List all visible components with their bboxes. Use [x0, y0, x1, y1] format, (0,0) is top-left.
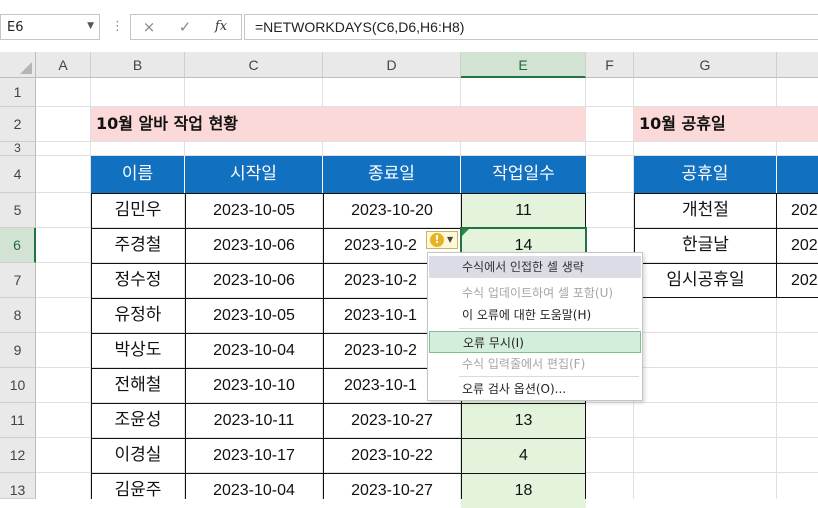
row-header-5[interactable]: 5 [0, 193, 36, 228]
formula-input[interactable]: =NETWORKDAYS(C6,D6,H6:H8) [244, 14, 818, 40]
cell-d5[interactable]: 2023-10-20 [323, 193, 461, 228]
work-table-title: 10월 알바 작업 현황 [91, 107, 586, 141]
column-header-h[interactable] [777, 52, 818, 78]
cell-b13[interactable]: 김윤주 [91, 473, 185, 508]
cell-c8[interactable]: 2023-10-05 [185, 298, 323, 333]
cell-b9[interactable]: 박상도 [91, 333, 185, 368]
warning-icon: ! [430, 233, 444, 247]
cell-c12[interactable]: 2023-10-17 [185, 438, 323, 473]
error-smart-tag[interactable]: ! ▼ [426, 231, 458, 249]
menu-separator [459, 328, 639, 329]
column-header-a[interactable]: A [36, 52, 91, 78]
select-all-corner[interactable] [0, 52, 36, 78]
header-holiday: 공휴일 [634, 156, 777, 193]
row-header-8[interactable]: 8 [0, 298, 36, 333]
formula-bar: E6 ▼ ⋮ × ✓ fx =NETWORKDAYS(C6,D6,H6:H8) [0, 0, 818, 53]
cell-e12[interactable]: 4 [461, 438, 586, 473]
cell-g5[interactable]: 개천절 [634, 193, 777, 228]
menu-item-update-formula[interactable]: 수식 업데이트하여 셀 포함(U) [429, 282, 641, 304]
holiday-table-title: 10월 공휴일 [634, 107, 818, 141]
cell-g6[interactable]: 한글날 [634, 228, 777, 263]
cell-d12[interactable]: 2023-10-22 [323, 438, 461, 473]
cell-c7[interactable]: 2023-10-06 [185, 263, 323, 298]
spreadsheet-grid: A B C D E F G 1 2 3 4 5 6 7 8 9 10 11 12… [0, 52, 818, 508]
row-header-3[interactable]: 3 [0, 142, 36, 156]
cell-h7[interactable]: 202 [777, 263, 818, 298]
cell-c6[interactable]: 2023-10-06 [185, 228, 323, 263]
header-holiday-date [777, 156, 818, 193]
enter-icon[interactable]: ✓ [172, 15, 198, 39]
cell-b5[interactable]: 김민우 [91, 193, 185, 228]
column-header-b[interactable]: B [91, 52, 185, 78]
cell-b10[interactable]: 전해철 [91, 368, 185, 403]
column-header-f[interactable]: F [586, 52, 634, 78]
menu-item-help[interactable]: 이 오류에 대한 도움말(H) [429, 304, 641, 326]
header-end-date: 종료일 [323, 156, 461, 193]
cell-e13[interactable]: 18 [461, 473, 586, 508]
cell-b6[interactable]: 주경철 [91, 228, 185, 263]
cell-c9[interactable]: 2023-10-04 [185, 333, 323, 368]
cell-d11[interactable]: 2023-10-27 [323, 403, 461, 438]
cell-e11[interactable]: 13 [461, 403, 586, 438]
insert-function-icon[interactable]: fx [208, 15, 234, 39]
row-header-12[interactable]: 12 [0, 438, 36, 473]
menu-header-omit-adjacent: 수식에서 인접한 셀 생략 [429, 256, 641, 278]
cell-b7[interactable]: 정수정 [91, 263, 185, 298]
formula-text: =NETWORKDAYS(C6,D6,H6:H8) [255, 19, 465, 35]
menu-item-error-checking-options[interactable]: 오류 검사 옵션(O)... [429, 378, 641, 400]
cell-g7[interactable]: 임시공휴일 [634, 263, 777, 298]
row-header-1[interactable]: 1 [0, 78, 36, 107]
cell-c11[interactable]: 2023-10-11 [185, 403, 323, 438]
name-box[interactable]: E6 ▼ [0, 14, 100, 40]
name-box-value: E6 [7, 20, 24, 35]
cell-c13[interactable]: 2023-10-04 [185, 473, 323, 508]
row-header-11[interactable]: 11 [0, 403, 36, 438]
column-header-d[interactable]: D [323, 52, 461, 78]
cell-c10[interactable]: 2023-10-10 [185, 368, 323, 403]
row-header-6[interactable]: 6 [0, 228, 36, 263]
column-header-g[interactable]: G [634, 52, 777, 78]
menu-item-ignore-error[interactable]: 오류 무시(I) [429, 331, 641, 353]
cell-d13[interactable]: 2023-10-27 [323, 473, 461, 508]
cell-b11[interactable]: 조윤성 [91, 403, 185, 438]
cell-h6[interactable]: 202 [777, 228, 818, 263]
error-indicator-icon [462, 229, 469, 236]
chevron-down-icon: ▼ [447, 235, 454, 244]
row-header-4[interactable]: 4 [0, 156, 36, 193]
menu-separator [459, 376, 639, 377]
cell-e5[interactable]: 11 [461, 193, 586, 228]
chevron-down-icon[interactable]: ▼ [87, 21, 94, 31]
cell-b8[interactable]: 유정하 [91, 298, 185, 333]
row-header-7[interactable]: 7 [0, 263, 36, 298]
header-start-date: 시작일 [185, 156, 323, 193]
cancel-icon[interactable]: × [136, 15, 162, 39]
row-header-2[interactable]: 2 [0, 107, 36, 142]
header-name: 이름 [91, 156, 185, 193]
error-options-menu: 수식에서 인접한 셀 생략 수식 업데이트하여 셀 포함(U) 이 오류에 대한… [427, 252, 643, 401]
header-work-days: 작업일수 [461, 156, 586, 193]
cell-c5[interactable]: 2023-10-05 [185, 193, 323, 228]
row-header-10[interactable]: 10 [0, 368, 36, 403]
cell-b12[interactable]: 이경실 [91, 438, 185, 473]
row-header-13[interactable]: 13 [0, 473, 36, 499]
row-header-9[interactable]: 9 [0, 333, 36, 368]
column-header-c[interactable]: C [185, 52, 323, 78]
menu-item-edit-in-formula-bar[interactable]: 수식 입력줄에서 편집(F) [429, 353, 641, 375]
more-options-icon[interactable]: ⋮ [111, 19, 124, 34]
column-header-e[interactable]: E [461, 52, 586, 78]
cell-h5[interactable]: 202 [777, 193, 818, 228]
